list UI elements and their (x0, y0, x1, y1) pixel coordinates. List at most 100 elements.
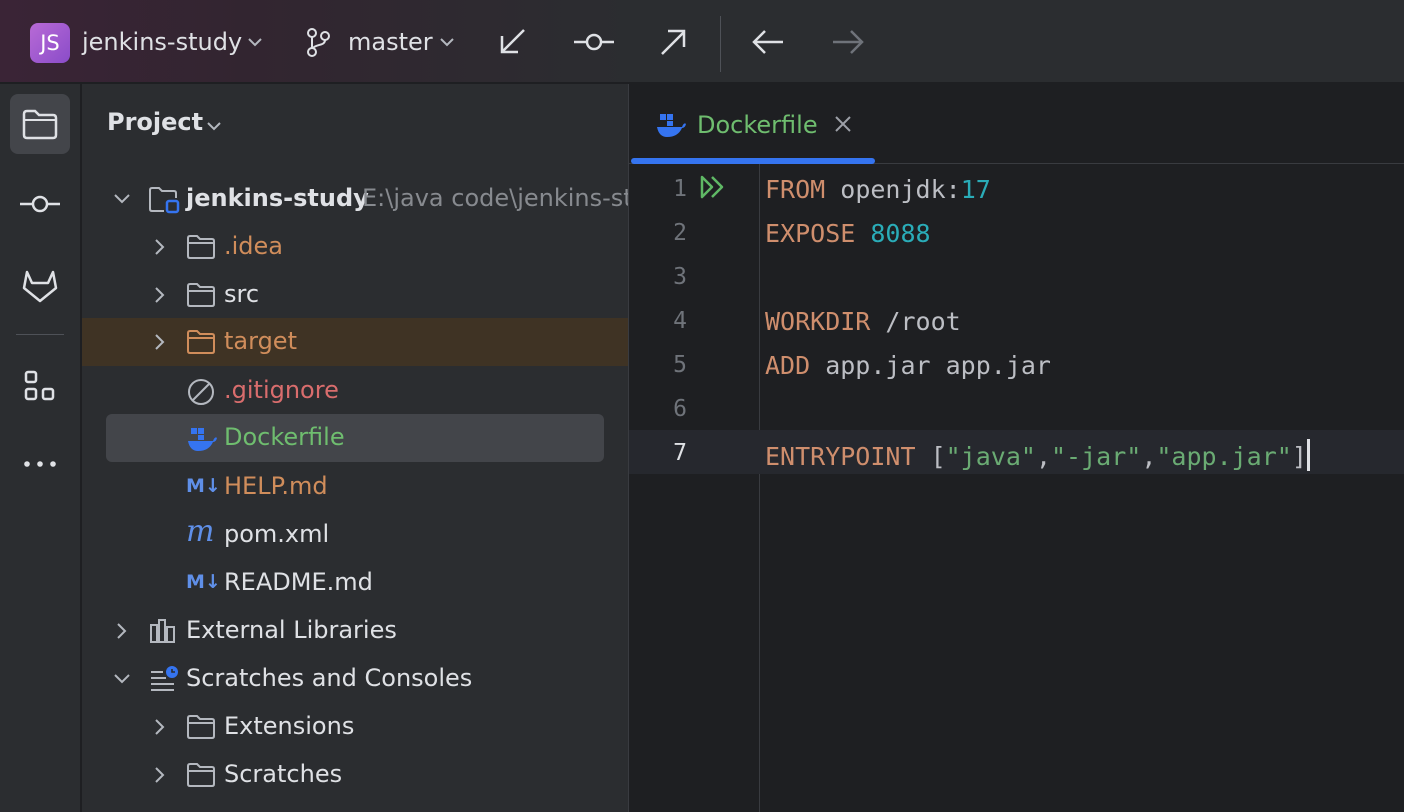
update-project-arrow-icon[interactable] (496, 0, 530, 83)
tree-item-dockerfile[interactable]: Dockerfile (82, 415, 628, 461)
tree-item-readme[interactable]: M↓ README.md (82, 560, 628, 606)
tab-dockerfile[interactable]: Dockerfile (629, 84, 875, 164)
strip-separator (16, 334, 64, 335)
push-arrow-icon[interactable] (656, 0, 690, 83)
tree-item-external-libraries[interactable]: External Libraries (82, 608, 628, 654)
line-number: 2 (673, 220, 687, 246)
tree-label: README.md (224, 568, 373, 596)
tree-item-target[interactable]: target (82, 318, 628, 366)
code-text: , (1035, 442, 1051, 471)
gitlab-icon[interactable] (10, 256, 70, 316)
code-string: "-jar" (1051, 442, 1142, 471)
code-line[interactable]: 3 (629, 256, 1404, 300)
project-badge[interactable]: JS (30, 23, 70, 63)
chevron-right-icon[interactable] (150, 285, 170, 309)
tab-active-indicator (631, 158, 875, 164)
tree-root-label: jenkins-study (186, 184, 369, 212)
chevron-right-icon[interactable] (150, 237, 170, 261)
maven-icon: m (186, 514, 215, 549)
library-icon (148, 617, 178, 649)
line-number: 6 (673, 396, 687, 422)
code-line[interactable]: 1 FROM openjdk:17 (629, 168, 1404, 212)
back-arrow-icon[interactable] (750, 0, 786, 83)
line-number: 3 (673, 264, 687, 290)
ignore-file-icon (186, 377, 216, 411)
chevron-right-icon[interactable] (150, 765, 170, 789)
line-number: 5 (673, 352, 687, 378)
code-string: "app.jar" (1156, 442, 1292, 471)
chevron-down-icon[interactable] (437, 0, 457, 83)
tab-label: Dockerfile (697, 111, 818, 139)
code-keyword: EXPOSE (765, 219, 856, 248)
code-keyword: ADD (765, 351, 811, 380)
tree-label: .gitignore (224, 376, 339, 404)
code-line-current[interactable]: 7 ENTRYPOINT ["java","-jar","app.jar"] (629, 432, 1404, 476)
code-number: 17 (960, 175, 991, 204)
tree-item-help[interactable]: M↓ HELP.md (82, 464, 628, 510)
docker-icon (186, 424, 218, 458)
project-name[interactable]: jenkins-study (82, 0, 242, 83)
code-string: "java" (945, 442, 1036, 471)
chevron-down-icon[interactable] (112, 669, 132, 693)
code-line[interactable]: 2 EXPOSE 8088 (629, 212, 1404, 256)
folder-icon (186, 713, 216, 745)
code-number: 8088 (870, 219, 931, 248)
module-folder-icon (148, 185, 180, 219)
editor-tabbar: Dockerfile (629, 84, 1404, 164)
tree-item-src[interactable]: src (82, 272, 628, 318)
tree-item-gitignore[interactable]: .gitignore (82, 368, 628, 414)
tree-item-pom[interactable]: m pom.xml (82, 512, 628, 558)
tree-label: External Libraries (186, 616, 397, 644)
branch-icon[interactable] (304, 0, 332, 83)
forward-arrow-icon[interactable] (830, 0, 866, 83)
code-text: ] (1291, 442, 1307, 471)
close-icon[interactable] (833, 114, 853, 138)
docker-icon (655, 110, 687, 144)
markdown-icon: M↓ (186, 475, 221, 497)
chevron-right-icon[interactable] (150, 717, 170, 741)
code-text: , (1141, 442, 1157, 471)
main-toolbar: JS jenkins-study master (0, 0, 1404, 83)
chevron-down-icon[interactable] (204, 116, 224, 140)
project-tool-folder-icon[interactable] (10, 94, 70, 154)
chevron-down-icon[interactable] (112, 189, 132, 213)
tool-window-strip (0, 84, 81, 812)
text-caret (1306, 439, 1310, 471)
tree-item-extensions[interactable]: Extensions (82, 704, 628, 750)
more-icon[interactable] (10, 434, 70, 494)
code-text: openjdk: (825, 175, 961, 204)
tree-item-idea[interactable]: .idea (82, 224, 628, 270)
structure-icon[interactable] (10, 356, 70, 416)
tree-root-row[interactable]: jenkins-study E:\java code\jenkins-stu (82, 176, 648, 222)
chevron-right-icon[interactable] (150, 332, 170, 356)
code-line[interactable]: 5 ADD app.jar app.jar (629, 344, 1404, 388)
tree-label: HELP.md (224, 472, 328, 500)
editor: Dockerfile 1 FROM openjdk:17 2 EXPOSE 80… (628, 84, 1404, 812)
panel-title[interactable]: Project (107, 108, 203, 136)
tree-label: target (224, 327, 297, 355)
tree-item-scratches-and-consoles[interactable]: Scratches and Consoles (82, 656, 628, 702)
scratches-icon (148, 665, 180, 697)
markdown-icon: M↓ (186, 571, 221, 593)
chevron-down-icon[interactable] (245, 0, 265, 83)
chevron-right-icon[interactable] (112, 621, 132, 645)
code-keyword: ENTRYPOINT (765, 442, 916, 471)
tree-label: pom.xml (224, 520, 330, 548)
excluded-folder-icon (186, 328, 216, 360)
commit-icon[interactable] (572, 0, 616, 83)
folder-icon (186, 281, 216, 313)
code-text: [ (915, 442, 946, 471)
project-panel: Project jenkins-study E:\java code\jenki… (82, 84, 648, 812)
code-text: /root (870, 307, 961, 336)
tree-label: Scratches (224, 760, 343, 788)
tree-label: Dockerfile (224, 423, 345, 451)
code-keyword: WORKDIR (765, 307, 871, 336)
line-number: 1 (673, 176, 687, 202)
tree-label: Scratches and Consoles (186, 664, 473, 692)
tree-item-scratches[interactable]: Scratches (82, 752, 628, 798)
code-line[interactable]: 6 (629, 388, 1404, 432)
code-line[interactable]: 4 WORKDIR /root (629, 300, 1404, 344)
tree-label: src (224, 280, 260, 308)
branch-name[interactable]: master (348, 0, 433, 83)
commit-icon[interactable] (10, 174, 70, 234)
